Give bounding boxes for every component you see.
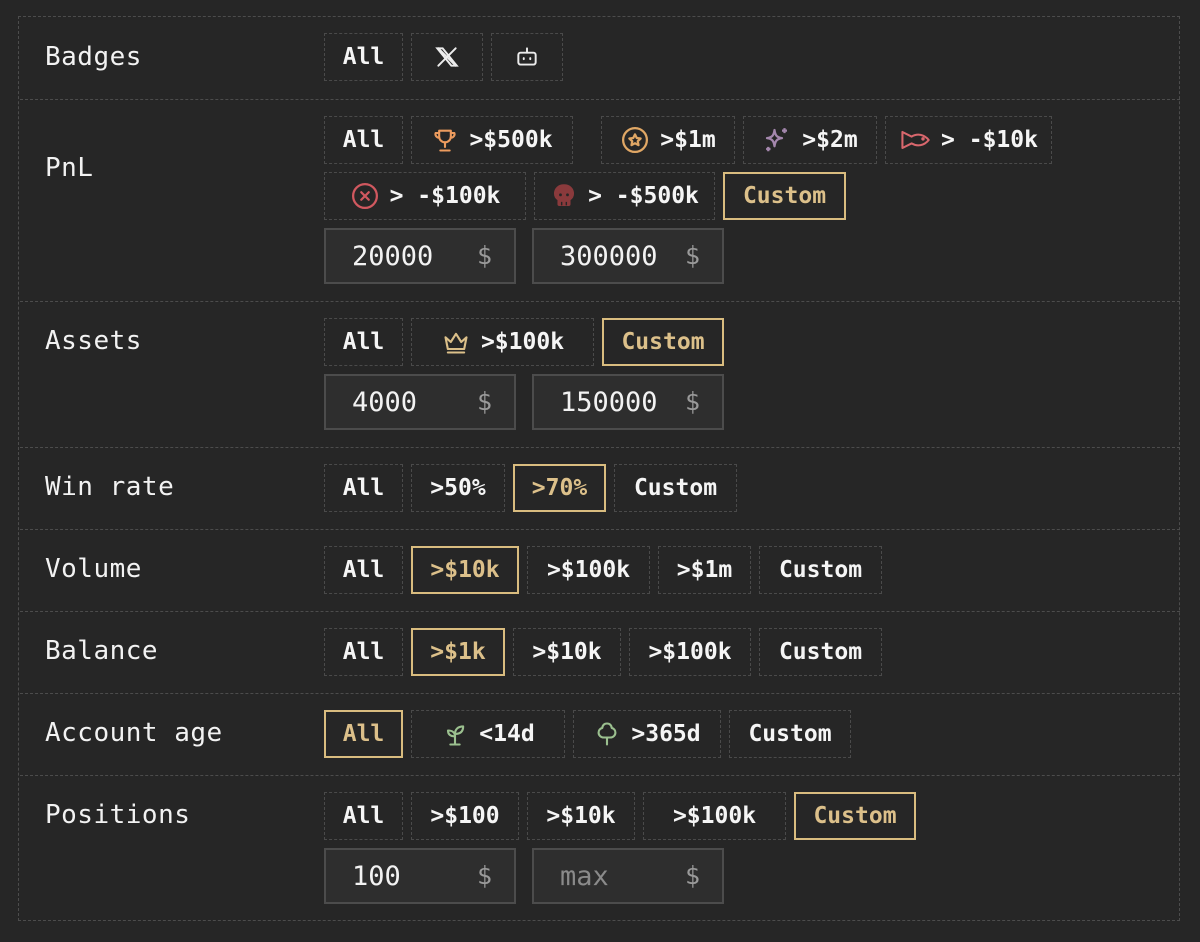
crown-icon (441, 328, 471, 356)
x-logo-icon (434, 44, 460, 70)
pnl-option-minus-500k[interactable]: > -$500k (534, 172, 715, 220)
filter-label: Badges (45, 42, 142, 72)
robot-icon (514, 44, 540, 70)
filter-row-pnl: PnL All >$500k >$1m >$2m > -$10k > -$100… (20, 100, 1180, 302)
skull-icon (550, 182, 578, 210)
volume-option-all[interactable]: All (324, 546, 403, 594)
assets-min-input[interactable]: 4000 $ (324, 374, 516, 430)
win-rate-option-70[interactable]: >70% (513, 464, 606, 512)
positions-option-all[interactable]: All (324, 792, 403, 840)
currency-unit: $ (685, 387, 701, 416)
pnl-option-minus-10k[interactable]: > -$10k (885, 116, 1052, 164)
currency-unit: $ (477, 861, 493, 890)
tree-icon (593, 720, 621, 748)
filter-label: Balance (45, 636, 159, 666)
filter-screen: Badges All PnL All >$500k >$1m >$2m > -$… (0, 0, 1200, 942)
pnl-min-input[interactable]: 20000 $ (324, 228, 516, 284)
badges-option-x[interactable] (411, 33, 483, 81)
account-age-option-365d[interactable]: >365d (573, 710, 721, 758)
pnl-option-1m[interactable]: >$1m (601, 116, 735, 164)
x-circle-icon (350, 181, 380, 211)
filter-row-win-rate: Win rate All >50% >70% Custom (20, 448, 1180, 530)
pnl-option-minus-100k[interactable]: > -$100k (324, 172, 526, 220)
fish-icon (899, 127, 931, 153)
balance-option-all[interactable]: All (324, 628, 403, 676)
filter-row-balance: Balance All >$1k >$10k >$100k Custom (20, 612, 1180, 694)
filter-label: Account age (45, 718, 223, 748)
pnl-max-input[interactable]: 300000 $ (532, 228, 724, 284)
positions-max-input[interactable]: max $ (532, 848, 724, 904)
currency-unit: $ (685, 861, 701, 890)
assets-option-100k[interactable]: >$100k (411, 318, 594, 366)
account-age-option-14d[interactable]: <14d (411, 710, 565, 758)
filter-label: Win rate (45, 472, 175, 502)
win-rate-option-all[interactable]: All (324, 464, 403, 512)
pnl-option-custom[interactable]: Custom (723, 172, 846, 220)
trophy-icon (431, 126, 459, 154)
badges-option-all[interactable]: All (324, 33, 403, 81)
win-rate-option-custom[interactable]: Custom (614, 464, 737, 512)
currency-unit: $ (477, 241, 493, 270)
star-badge-icon (620, 125, 650, 155)
assets-option-all[interactable]: All (324, 318, 403, 366)
account-age-option-custom[interactable]: Custom (729, 710, 851, 758)
filter-label: Volume (45, 554, 142, 584)
positions-option-custom[interactable]: Custom (794, 792, 916, 840)
balance-option-1k[interactable]: >$1k (411, 628, 505, 676)
assets-option-custom[interactable]: Custom (602, 318, 724, 366)
assets-max-input[interactable]: 150000 $ (532, 374, 724, 430)
positions-min-input[interactable]: 100 $ (324, 848, 516, 904)
win-rate-option-50[interactable]: >50% (411, 464, 505, 512)
sprout-icon (441, 720, 469, 748)
positions-option-100k[interactable]: >$100k (643, 792, 786, 840)
pnl-option-all[interactable]: All (324, 116, 403, 164)
volume-option-100k[interactable]: >$100k (527, 546, 650, 594)
filter-row-volume: Volume All >$10k >$100k >$1m Custom (20, 530, 1180, 612)
filter-row-assets: Assets All >$100k Custom 4000 $ 150000 $ (20, 302, 1180, 448)
filter-row-positions: Positions All >$100 >$10k >$100k Custom … (20, 776, 1180, 921)
currency-unit: $ (477, 387, 493, 416)
volume-option-1m[interactable]: >$1m (658, 546, 751, 594)
positions-option-100[interactable]: >$100 (411, 792, 519, 840)
volume-option-custom[interactable]: Custom (759, 546, 882, 594)
balance-option-custom[interactable]: Custom (759, 628, 882, 676)
filter-label: Assets (45, 326, 142, 356)
volume-option-10k[interactable]: >$10k (411, 546, 519, 594)
account-age-option-all[interactable]: All (324, 710, 403, 758)
balance-option-100k[interactable]: >$100k (629, 628, 751, 676)
filter-label: Positions (45, 800, 191, 830)
filter-label: PnL (45, 153, 94, 183)
badges-option-bot[interactable] (491, 33, 563, 81)
pnl-option-500k[interactable]: >$500k (411, 116, 573, 164)
filter-row-account-age: Account age All <14d >365d Custom (20, 694, 1180, 776)
currency-unit: $ (685, 241, 701, 270)
filter-row-badges: Badges All (20, 16, 1180, 100)
sparkle-icon (762, 125, 792, 155)
balance-option-10k[interactable]: >$10k (513, 628, 621, 676)
pnl-option-2m[interactable]: >$2m (743, 116, 877, 164)
positions-option-10k[interactable]: >$10k (527, 792, 635, 840)
